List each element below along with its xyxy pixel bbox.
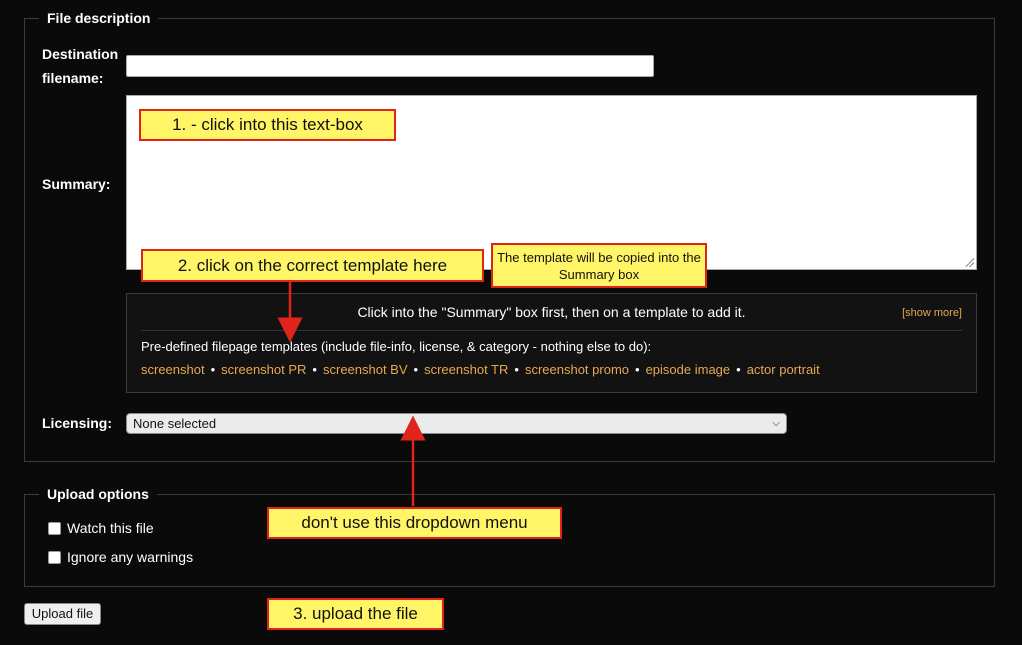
resize-grip-icon[interactable] xyxy=(964,257,974,267)
destination-filename-label: Destination filename: xyxy=(42,46,119,86)
summary-label: Summary: xyxy=(42,176,111,192)
upload-options-legend: Upload options xyxy=(47,486,149,502)
template-link[interactable]: screenshot xyxy=(141,362,205,377)
licensing-label: Licensing: xyxy=(42,415,113,431)
destination-filename-input[interactable] xyxy=(126,55,654,77)
templates-header: Click into the "Summary" box first, then… xyxy=(357,304,746,320)
upload-file-button[interactable]: Upload file xyxy=(24,603,101,625)
template-separator: • xyxy=(312,362,317,377)
licensing-selected-value: None selected xyxy=(133,416,217,431)
template-separator: • xyxy=(210,362,216,377)
template-link[interactable]: screenshot BV xyxy=(323,362,408,377)
callout-step3: 3. upload the file xyxy=(267,598,444,630)
template-link[interactable]: screenshot TR xyxy=(424,362,508,377)
template-separator: • xyxy=(635,362,640,377)
callout-step2: 2. click on the correct template here xyxy=(141,249,484,282)
callout-step1: 1. - click into this text-box xyxy=(139,109,396,141)
template-link[interactable]: screenshot PR xyxy=(221,362,306,377)
ignore-warnings-label[interactable]: Ignore any warnings xyxy=(67,549,193,565)
template-separator: • xyxy=(736,362,741,377)
callout-note: The template will be copied into the Sum… xyxy=(491,243,707,288)
ignore-warnings-checkbox[interactable] xyxy=(48,551,61,564)
show-more-link[interactable]: [show more] xyxy=(902,307,962,319)
watch-file-checkbox[interactable] xyxy=(48,522,61,535)
templates-intro: Pre-defined filepage templates (include … xyxy=(141,339,652,354)
template-link[interactable]: screenshot promo xyxy=(525,362,629,377)
licensing-select[interactable]: None selected ⌵ xyxy=(126,413,787,434)
callout-dropdown-warning: don't use this dropdown menu xyxy=(267,507,562,539)
templates-divider xyxy=(141,330,962,331)
upload-form: File description Destination filename: S… xyxy=(0,0,1022,645)
file-description-legend: File description xyxy=(47,10,151,26)
template-separator: • xyxy=(514,362,519,377)
templates-panel: Click into the "Summary" box first, then… xyxy=(126,293,977,393)
template-link[interactable]: episode image xyxy=(646,362,731,377)
template-links: screenshot • screenshot PR • screenshot BV • s… xyxy=(141,362,820,377)
watch-file-label[interactable]: Watch this file xyxy=(67,520,154,536)
template-separator: • xyxy=(413,362,419,377)
template-link[interactable]: actor portrait xyxy=(747,362,820,377)
chevron-down-icon: ⌵ xyxy=(772,418,780,429)
